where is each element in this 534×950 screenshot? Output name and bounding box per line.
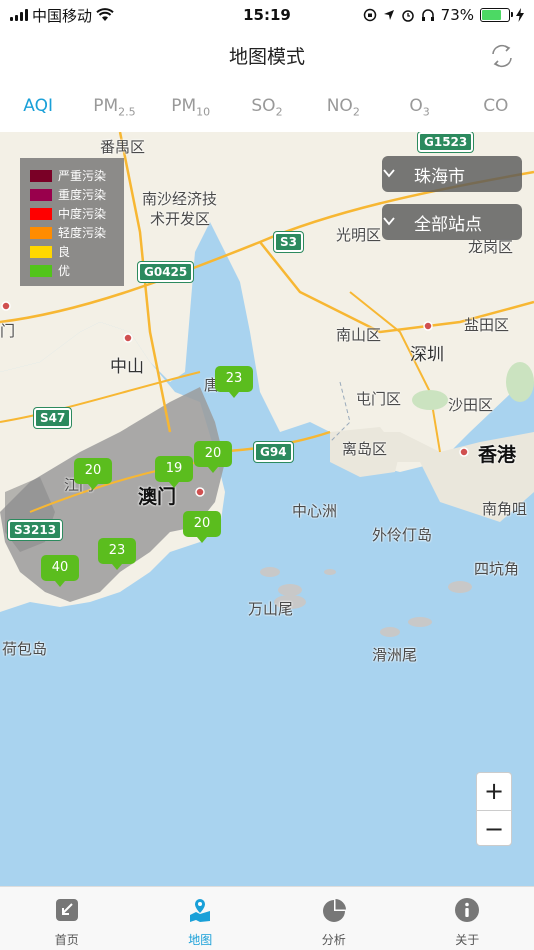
tab-analysis[interactable]: 分析 bbox=[267, 887, 401, 950]
place-sikengjiao: 四坑角 bbox=[474, 560, 520, 578]
legend-swatch bbox=[30, 207, 52, 220]
pollutant-tabs: AQI PM2.5 PM10 SO2 NO2 O3 CO bbox=[0, 88, 534, 132]
legend-item: 重度污染 bbox=[30, 185, 118, 204]
location-icon bbox=[383, 10, 394, 20]
place-wanshanwei: 万山尾 bbox=[248, 600, 294, 618]
road-shield-g0425: G0425 bbox=[138, 262, 194, 282]
place-nansha-1: 南沙经济技 bbox=[142, 190, 218, 208]
zoom-control: + − bbox=[476, 772, 512, 846]
battery-icon bbox=[480, 8, 513, 22]
place-shatin: 沙田区 bbox=[448, 396, 494, 414]
place-shenzhen: 深圳 bbox=[410, 345, 444, 365]
tab-about[interactable]: 关于 bbox=[401, 887, 534, 950]
tab-pm10[interactable]: PM10 bbox=[153, 88, 229, 132]
place-panyu: 番禺区 bbox=[100, 138, 146, 156]
zoom-out-button[interactable]: − bbox=[477, 810, 511, 847]
place-guangming: 光明区 bbox=[336, 226, 382, 244]
station-selector[interactable]: 全部站点 bbox=[382, 204, 522, 240]
aqi-marker[interactable]: 23 bbox=[98, 538, 136, 570]
bottom-tab-bar: 首页 地图 分析 关于 bbox=[0, 886, 534, 950]
tab-co[interactable]: CO bbox=[458, 88, 534, 132]
home-icon bbox=[55, 899, 78, 921]
legend-item: 良 bbox=[30, 242, 118, 261]
legend-swatch bbox=[30, 245, 52, 258]
city-selector[interactable]: 珠海市 bbox=[382, 156, 522, 192]
status-bar: 中国移动 15:19 73% bbox=[0, 0, 534, 30]
legend-item: 优 bbox=[30, 261, 118, 280]
place-nansha-2: 术开发区 bbox=[150, 210, 211, 228]
info-icon bbox=[455, 898, 480, 922]
tab-aqi[interactable]: AQI bbox=[0, 88, 76, 132]
legend-swatch bbox=[30, 264, 52, 277]
nav-bar: 地图模式 bbox=[0, 30, 534, 80]
aqi-marker[interactable]: 20 bbox=[183, 511, 221, 543]
road-shield-s47: S47 bbox=[34, 408, 72, 428]
legend-item: 严重污染 bbox=[30, 166, 118, 185]
tab-no2[interactable]: NO2 bbox=[305, 88, 381, 132]
chevron-down-icon bbox=[383, 169, 395, 178]
battery-percent: 73% bbox=[440, 6, 474, 24]
aqi-marker[interactable]: 20 bbox=[74, 458, 112, 490]
tab-map[interactable]: 地图 bbox=[134, 887, 268, 950]
place-gate: 门 bbox=[0, 322, 16, 340]
aqi-marker[interactable]: 20 bbox=[194, 441, 232, 473]
legend-swatch bbox=[30, 188, 52, 201]
page-title: 地图模式 bbox=[228, 46, 305, 68]
legend-item: 轻度污染 bbox=[30, 223, 118, 242]
zoom-in-button[interactable]: + bbox=[477, 773, 511, 810]
aqi-marker[interactable]: 19 bbox=[155, 456, 193, 488]
legend-swatch bbox=[30, 169, 52, 182]
place-tuenmun: 屯门区 bbox=[356, 390, 402, 408]
tab-pm25[interactable]: PM2.5 bbox=[76, 88, 152, 132]
road-shield-s3: S3 bbox=[274, 232, 303, 252]
place-nanshan: 南山区 bbox=[336, 326, 382, 344]
headphones-icon bbox=[421, 9, 434, 21]
map-pin-icon bbox=[190, 899, 211, 922]
place-wailingding: 外伶仃岛 bbox=[372, 526, 433, 544]
place-zhongshan: 中山 bbox=[110, 357, 144, 377]
city-selector-label: 珠海市 bbox=[414, 166, 465, 187]
refresh-icon[interactable] bbox=[488, 42, 516, 70]
map-view[interactable]: 番禺区 南沙经济技 术开发区 光明区 龙岗区 盐田区 南山区 深圳 中山 门 唐… bbox=[0, 132, 534, 886]
pie-chart-icon bbox=[322, 899, 346, 922]
chevron-down-icon bbox=[383, 217, 395, 226]
place-hongkong: 香港 bbox=[478, 444, 517, 466]
place-zhongxinzhou: 中心洲 bbox=[292, 502, 338, 520]
place-huazhouwei: 滑洲尾 bbox=[372, 646, 418, 664]
tab-so2[interactable]: SO2 bbox=[229, 88, 305, 132]
station-selector-label: 全部站点 bbox=[414, 214, 482, 235]
place-yantian: 盐田区 bbox=[464, 316, 510, 334]
tab-o3[interactable]: O3 bbox=[381, 88, 457, 132]
tab-home[interactable]: 首页 bbox=[0, 887, 134, 950]
aqi-legend: 严重污染 重度污染 中度污染 轻度污染 良 优 bbox=[20, 158, 124, 286]
place-nanjiaozui: 南角咀 bbox=[482, 500, 528, 518]
charging-icon bbox=[516, 8, 524, 22]
place-lantau: 离岛区 bbox=[342, 440, 388, 458]
legend-item: 中度污染 bbox=[30, 204, 118, 223]
aqi-marker[interactable]: 40 bbox=[41, 555, 79, 587]
road-shield-g1523: G1523 bbox=[418, 132, 474, 152]
aqi-marker[interactable]: 23 bbox=[215, 366, 253, 398]
road-shield-g94: G94 bbox=[254, 442, 293, 462]
place-hebaodao: 荷包岛 bbox=[2, 640, 48, 658]
road-shield-s3213: S3213 bbox=[8, 520, 63, 540]
alarm-icon bbox=[401, 10, 414, 22]
orientation-lock-icon bbox=[363, 8, 376, 22]
legend-swatch bbox=[30, 226, 52, 239]
